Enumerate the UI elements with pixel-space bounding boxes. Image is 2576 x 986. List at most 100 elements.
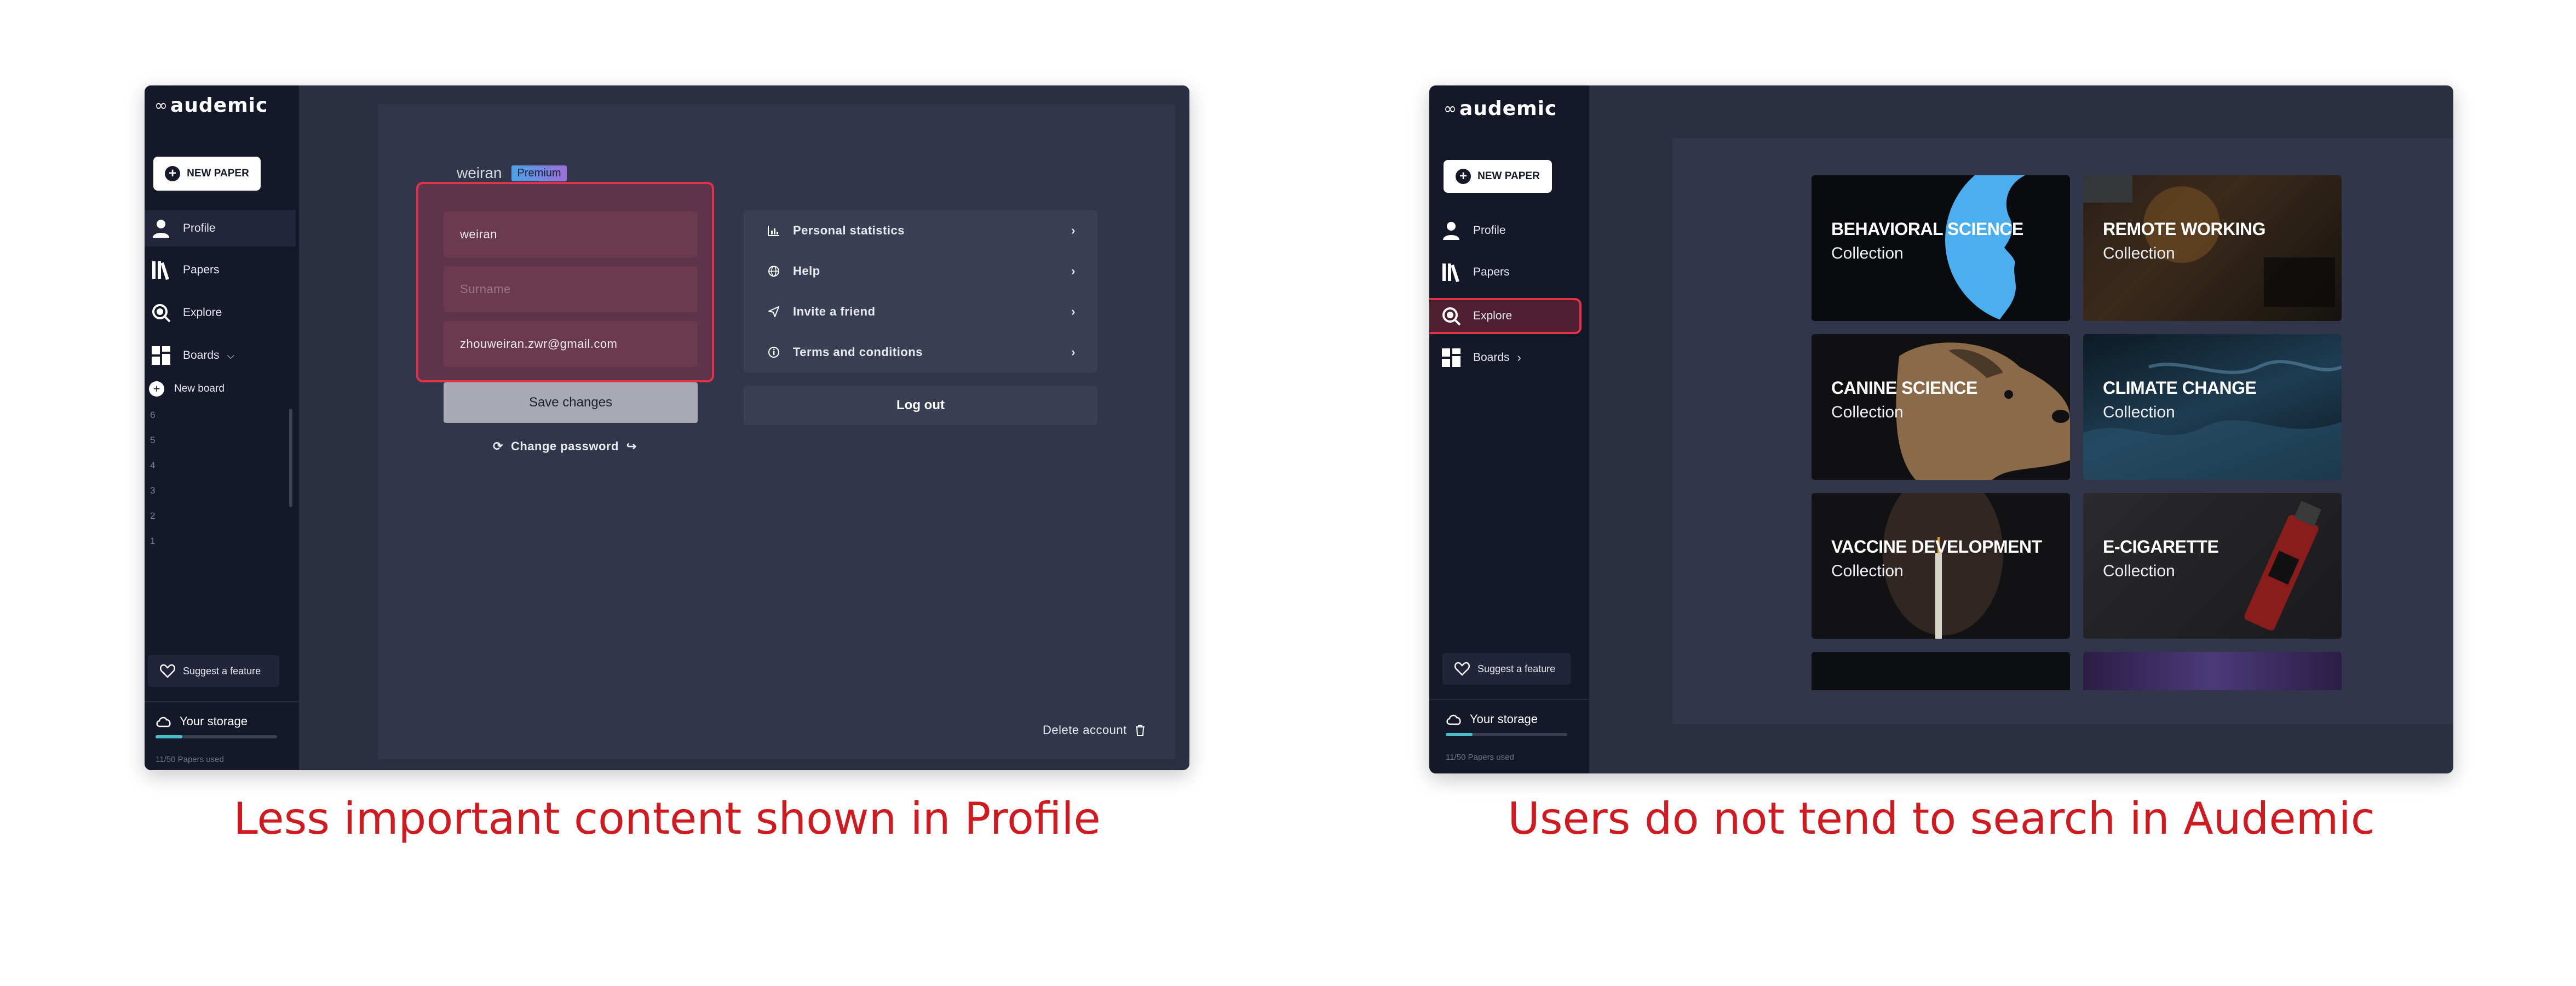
collection-card-remote-working[interactable]: REMOTE WORKING Collection	[2083, 175, 2342, 321]
sidebar-item-label: Explore	[183, 306, 222, 319]
sidebar-item-profile[interactable]: Profile	[1441, 214, 1506, 248]
new-board-label: New board	[174, 383, 225, 394]
chevron-right-icon: ›	[1517, 351, 1521, 364]
trash-icon	[1135, 725, 1145, 736]
storage-bar-fill	[1446, 733, 1473, 736]
menu-item-label: Personal statistics	[793, 223, 905, 237]
sidebar-item-papers[interactable]: Papers	[1441, 255, 1510, 289]
heart-icon	[1454, 662, 1470, 676]
board-item[interactable]: 6	[150, 410, 155, 435]
highlight-box	[1429, 298, 1582, 334]
change-password-link[interactable]: ⟳ Change password ↪	[493, 439, 637, 454]
collection-title: CANINE SCIENCE	[1831, 378, 1977, 398]
change-password-label: Change password	[510, 439, 619, 453]
delete-account-link[interactable]: Delete account	[1043, 723, 1146, 737]
collection-card-canine-science[interactable]: CANINE SCIENCE Collection	[1812, 334, 2070, 480]
storage-section: Your storage	[1446, 712, 1538, 726]
menu-item-label: Terms and conditions	[793, 345, 923, 359]
storage-title: Your storage	[180, 714, 248, 728]
globe-icon	[767, 265, 781, 277]
explore-icon	[151, 303, 171, 323]
board-item[interactable]: 3	[150, 485, 155, 511]
suggest-label: Suggest a feature	[183, 665, 261, 677]
collection-subtitle: Collection	[1831, 403, 1904, 421]
cloud-icon	[1446, 714, 1461, 725]
explore-content: BEHAVIORAL SCIENCE Collection REMOTE WOR…	[1672, 138, 2453, 724]
collection-subtitle: Collection	[2103, 562, 2175, 580]
profile-menu: Personal statistics › Help › Invite a fr…	[744, 210, 1097, 372]
sidebar-item-label: Boards	[183, 349, 220, 362]
menu-item-label: Invite a friend	[793, 305, 876, 318]
log-out-button[interactable]: Log out	[744, 386, 1097, 425]
logo-infinity-icon: ∞	[154, 96, 168, 114]
arrow-return-icon: ↪	[626, 439, 637, 453]
profile-header: weiran Premium	[457, 164, 567, 182]
chevron-right-icon: ›	[1071, 345, 1076, 359]
sidebar-item-label: Profile	[183, 222, 216, 234]
menu-item-personal-statistics[interactable]: Personal statistics ›	[744, 210, 1097, 251]
collection-subtitle: Collection	[1831, 244, 1904, 262]
logo-infinity-icon: ∞	[1444, 99, 1457, 118]
collection-card-partial[interactable]	[1812, 652, 2070, 690]
board-item[interactable]: 2	[150, 511, 155, 536]
sidebar-item-boards[interactable]: Boards ›	[1441, 341, 1521, 375]
sidebar-item-label: Profile	[1473, 224, 1506, 237]
chevron-right-icon: ›	[1071, 223, 1076, 237]
storage-caption: 11/50 Papers used	[1446, 753, 1514, 762]
chevron-right-icon: ›	[1071, 264, 1076, 278]
menu-item-terms[interactable]: Terms and conditions ›	[744, 332, 1097, 372]
profile-name: weiran	[457, 164, 502, 181]
storage-bar	[156, 735, 277, 738]
new-paper-label: NEW PAPER	[1477, 170, 1540, 182]
sidebar-scrollbar[interactable]	[289, 409, 292, 507]
sidebar: ∞ audemic + NEW PAPER Profile Papers Expl…	[145, 85, 299, 770]
new-paper-button[interactable]: + NEW PAPER	[1444, 160, 1552, 193]
suggest-feature-button[interactable]: Suggest a feature	[148, 655, 279, 687]
menu-item-help[interactable]: Help ›	[744, 251, 1097, 291]
new-paper-button[interactable]: + NEW PAPER	[153, 157, 261, 191]
board-item[interactable]: 5	[150, 435, 155, 460]
chevron-down-icon: ⌵	[227, 349, 235, 361]
collection-card-e-cigarette[interactable]: E-CIGARETTE Collection	[2083, 493, 2342, 639]
logo: ∞ audemic	[154, 94, 268, 117]
collection-title: E-CIGARETTE	[2103, 537, 2219, 557]
storage-bar	[1446, 733, 1567, 736]
info-icon	[767, 346, 781, 358]
lock-refresh-icon: ⟳	[493, 439, 503, 453]
new-board-button[interactable]: + New board	[149, 378, 225, 400]
person-icon	[1441, 221, 1461, 240]
collection-title: REMOTE WORKING	[2103, 219, 2266, 239]
menu-item-invite-friend[interactable]: Invite a friend ›	[744, 291, 1097, 332]
sidebar-item-papers[interactable]: Papers	[151, 253, 220, 287]
sidebar-item-label: Papers	[183, 263, 220, 276]
storage-bar-fill	[156, 735, 182, 738]
heart-icon	[160, 664, 175, 678]
sidebar-item-explore[interactable]: Explore	[151, 296, 222, 330]
collection-card-vaccine-development[interactable]: VACCINE DEVELOPMENT Collection	[1812, 493, 2070, 639]
sidebar: ∞ audemic + NEW PAPER Profile Papers Expl…	[1429, 85, 1589, 773]
person-icon	[151, 219, 171, 238]
bar-chart-icon	[767, 225, 781, 236]
new-paper-label: NEW PAPER	[187, 168, 249, 179]
sidebar-item-profile[interactable]: Profile	[145, 210, 296, 246]
collection-subtitle: Collection	[2103, 244, 2175, 262]
right-caption: Users do not tend to search in Audemic	[1508, 793, 2375, 844]
collection-title: CLIMATE CHANGE	[2103, 378, 2257, 398]
suggest-feature-button[interactable]: Suggest a feature	[1442, 653, 1571, 685]
profile-screenshot: ∞ audemic + NEW PAPER Profile Papers Expl…	[145, 85, 1189, 770]
cloud-icon	[156, 716, 171, 727]
delete-account-label: Delete account	[1043, 723, 1127, 737]
board-item[interactable]: 1	[150, 536, 155, 561]
boards-icon	[151, 346, 171, 365]
send-icon	[767, 306, 781, 318]
collection-card-climate-change[interactable]: CLIMATE CHANGE Collection	[2083, 334, 2342, 480]
books-icon	[1441, 262, 1461, 282]
collection-card-behavioral-science[interactable]: BEHAVIORAL SCIENCE Collection	[1812, 175, 2070, 321]
left-caption: Less important content shown in Profile	[233, 793, 1101, 844]
menu-item-label: Help	[793, 264, 820, 278]
collection-card-partial[interactable]	[2083, 652, 2342, 690]
save-changes-button[interactable]: Save changes	[444, 382, 698, 423]
sidebar-item-label: Boards	[1473, 351, 1510, 364]
board-item[interactable]: 4	[150, 460, 155, 485]
sidebar-item-boards[interactable]: Boards ⌵	[151, 339, 234, 372]
